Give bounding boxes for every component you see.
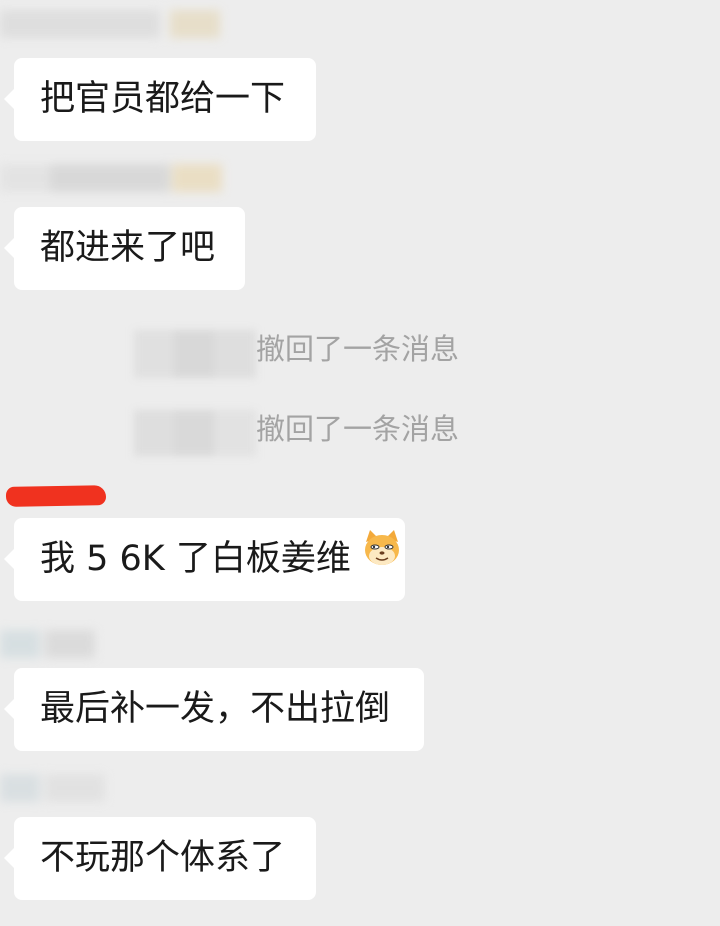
recalled-message-notice: 撤回了一条消息 xyxy=(256,332,460,366)
message-text: 把官员都给一下 xyxy=(40,79,286,119)
chat-area: 把官员都给一下 都进来了吧 撤回了一条消息 撤回了一条消息 我 5 6K 了白板… xyxy=(0,0,720,926)
sender-name-blurred xyxy=(0,768,140,808)
message-text: 最后补一发，不出拉倒 xyxy=(40,689,391,729)
sender-name-blurred xyxy=(0,624,110,664)
sender-name-blurred xyxy=(0,158,260,198)
message-bubble[interactable]: 把官员都给一下 xyxy=(4,58,316,141)
message-bubble[interactable]: 都进来了吧 xyxy=(4,207,245,290)
message-text: 不玩那个体系了 xyxy=(40,838,286,878)
sender-name-blurred xyxy=(0,4,240,44)
message-text: 我 5 6K 了白板姜维 xyxy=(40,539,351,579)
avatar-blurred xyxy=(134,330,256,378)
message-bubble[interactable]: 最后补一发，不出拉倒 xyxy=(4,668,424,751)
message-bubble[interactable]: 不玩那个体系了 xyxy=(4,817,316,900)
redaction-mark xyxy=(5,485,107,507)
doge-cat-emoji xyxy=(362,516,402,599)
avatar-blurred xyxy=(134,410,256,456)
message-text: 都进来了吧 xyxy=(40,228,216,268)
message-bubble[interactable]: 我 5 6K 了白板姜维 xyxy=(4,516,405,601)
recalled-message-notice: 撤回了一条消息 xyxy=(256,412,460,446)
